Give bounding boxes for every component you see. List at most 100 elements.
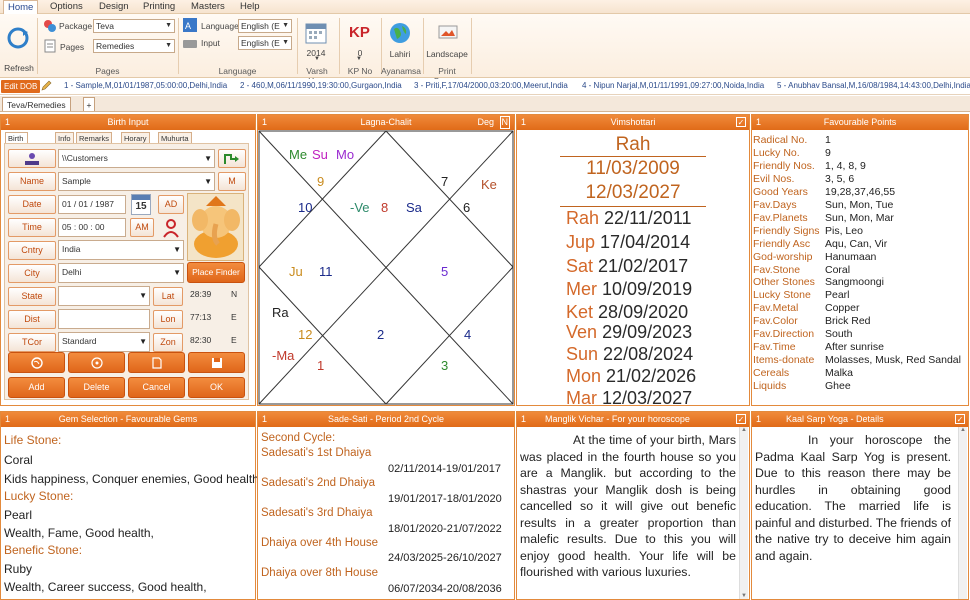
cancel-button[interactable]: Cancel (128, 377, 185, 398)
city-button[interactable]: City (8, 264, 56, 283)
house-number-11[interactable]: 11 (319, 264, 333, 279)
name-button[interactable]: Name (8, 172, 56, 191)
package-select[interactable]: Teva ▼ (93, 19, 175, 33)
varsh-year-arrow-icon[interactable]: ▼ (314, 56, 320, 62)
new-document-button[interactable] (128, 352, 185, 373)
name-field[interactable]: Sample ▼ (58, 172, 215, 191)
kp-arrow-icon[interactable]: ▼ (356, 56, 362, 62)
menu-tab-design[interactable]: Design (95, 0, 133, 14)
state-select[interactable]: ▼ (58, 286, 150, 306)
zone-direction[interactable]: E (231, 335, 237, 345)
north-toggle[interactable]: N (499, 116, 510, 129)
dist-field[interactable] (58, 309, 150, 329)
antardasha-row[interactable]: Sat 21/02/2017 (566, 256, 688, 277)
planet-mars[interactable]: -Ma (272, 348, 294, 363)
kaal-sarp-scrollbar[interactable]: ▲ (958, 427, 967, 599)
menu-tab-masters[interactable]: Masters (187, 0, 229, 14)
latitude-direction[interactable]: N (231, 289, 237, 299)
city-select[interactable]: Delhi ▼ (58, 263, 184, 283)
dist-button[interactable]: Dist (8, 310, 56, 329)
planet-ketu[interactable]: Ke (481, 177, 497, 192)
planet-saturn[interactable]: Sa (406, 200, 422, 215)
zone-value[interactable]: 82:30 (190, 335, 211, 345)
house-number-10[interactable]: 10 (298, 200, 312, 215)
refresh-button-label[interactable]: Refresh (2, 63, 36, 73)
person-item-5[interactable]: 5 - Anubhav Bansal,M,16/08/1984,14:43:00… (777, 81, 970, 90)
globe-icon[interactable] (389, 22, 411, 47)
person-item-3[interactable]: 3 - Priti,F,17/04/2000,03:20:00,Meerut,I… (414, 81, 568, 90)
zon-button[interactable]: Zon (153, 333, 183, 352)
kp-icon[interactable]: KP (349, 22, 371, 43)
house-number-6[interactable]: 6 (463, 200, 470, 215)
antardasha-row[interactable]: Mar 12/03/2027 (566, 388, 692, 409)
save-icon-button[interactable] (188, 352, 245, 373)
menu-tab-options[interactable]: Options (46, 0, 87, 14)
antardasha-row[interactable]: Rah 22/11/2011 (566, 208, 691, 229)
antardasha-row[interactable]: Sun 22/08/2024 (566, 344, 693, 365)
ok-button[interactable]: OK (188, 377, 245, 398)
edit-dob-button[interactable]: Edit DOB (1, 80, 41, 93)
landscape-icon[interactable] (437, 22, 459, 47)
date-button[interactable]: Date (8, 195, 56, 214)
calendar-picker-icon[interactable]: 15 (131, 194, 151, 215)
open-folder-icon[interactable] (218, 149, 246, 168)
kaal-sarp-check-icon[interactable]: ✓ (955, 414, 965, 424)
longitude-value[interactable]: 77:13 (190, 312, 211, 322)
antardasha-row[interactable]: Ket 28/09/2020 (566, 302, 688, 323)
planet-mercury[interactable]: Me (289, 147, 307, 162)
gender-button[interactable]: M (218, 172, 246, 191)
latitude-value[interactable]: 28:39 (190, 289, 211, 299)
folder-select[interactable]: \\Customers ▼ (58, 149, 215, 168)
add-tab-button[interactable]: + (83, 97, 95, 111)
house-number-1[interactable]: 1 (317, 358, 324, 373)
delete-button[interactable]: Delete (68, 377, 125, 398)
house-number-5[interactable]: 5 (441, 264, 448, 279)
language-select[interactable]: English (E ▼ (238, 19, 292, 33)
state-button[interactable]: State (8, 287, 56, 306)
ad-button[interactable]: AD (158, 195, 184, 214)
house-number-12[interactable]: 12 (298, 327, 312, 342)
tcor-select[interactable]: Standard ▼ (58, 332, 150, 352)
pencil-icon[interactable] (40, 80, 52, 95)
refresh-icon[interactable] (6, 26, 30, 53)
manglik-scrollbar[interactable]: ▲ ▼ (739, 427, 748, 599)
planet-moon[interactable]: Mo (336, 147, 354, 162)
menu-tab-printing[interactable]: Printing (139, 0, 179, 14)
astrologer-icon-button[interactable] (8, 149, 56, 168)
lahiri-label[interactable]: Lahiri (383, 49, 417, 59)
planet-venus[interactable]: -Ve (350, 200, 370, 215)
date-field[interactable]: 01 / 01 / 1987 (58, 195, 126, 214)
globe-action-button[interactable] (8, 352, 65, 373)
target-action-button[interactable] (68, 352, 125, 373)
planet-jupiter[interactable]: Ju (289, 264, 303, 279)
tcor-button[interactable]: TCor (8, 333, 56, 352)
house-number-2[interactable]: 2 (377, 327, 384, 342)
add-button[interactable]: Add (8, 377, 65, 398)
house-number-4[interactable]: 4 (464, 327, 471, 342)
deg-toggle[interactable]: Deg (477, 117, 494, 127)
antardasha-row[interactable]: Ven 29/09/2023 (566, 322, 692, 343)
person-item-1[interactable]: 1 - Sample,M,01/01/1987,05:00:00,Delhi,I… (64, 81, 227, 90)
planet-sun[interactable]: Su (312, 147, 328, 162)
person-item-4[interactable]: 4 - Nipun Narjal,M,01/11/1991,09:27:00,N… (582, 81, 764, 90)
menu-tab-help[interactable]: Help (236, 0, 264, 14)
lon-button[interactable]: Lon (153, 310, 183, 329)
pages-select[interactable]: Remedies ▼ (93, 39, 175, 53)
calendar-icon[interactable] (305, 22, 327, 47)
person-icon[interactable] (159, 217, 183, 239)
antardasha-row[interactable]: Mon 21/02/2026 (566, 366, 696, 387)
house-number-9[interactable]: 9 (317, 174, 324, 189)
landscape-label[interactable]: Landscape (426, 49, 468, 59)
input-select[interactable]: English (E ▼ (238, 36, 292, 50)
tab-teva-remedies[interactable]: Teva/Remedies (2, 97, 71, 111)
time-field[interactable]: 05 : 00 : 00 (58, 218, 126, 237)
house-number-3[interactable]: 3 (441, 358, 448, 373)
menu-tab-home[interactable]: Home (3, 0, 39, 14)
longitude-direction[interactable]: E (231, 312, 237, 322)
antardasha-row[interactable]: Mer 10/09/2019 (566, 279, 692, 300)
house-number-7[interactable]: 7 (441, 174, 448, 189)
person-item-2[interactable]: 2 - 460,M,06/11/1990,19:30:00,Gurgaon,In… (240, 81, 402, 90)
lat-button[interactable]: Lat (153, 287, 183, 306)
antardasha-row[interactable]: Jup 17/04/2014 (566, 232, 690, 253)
house-number-8[interactable]: 8 (381, 200, 388, 215)
